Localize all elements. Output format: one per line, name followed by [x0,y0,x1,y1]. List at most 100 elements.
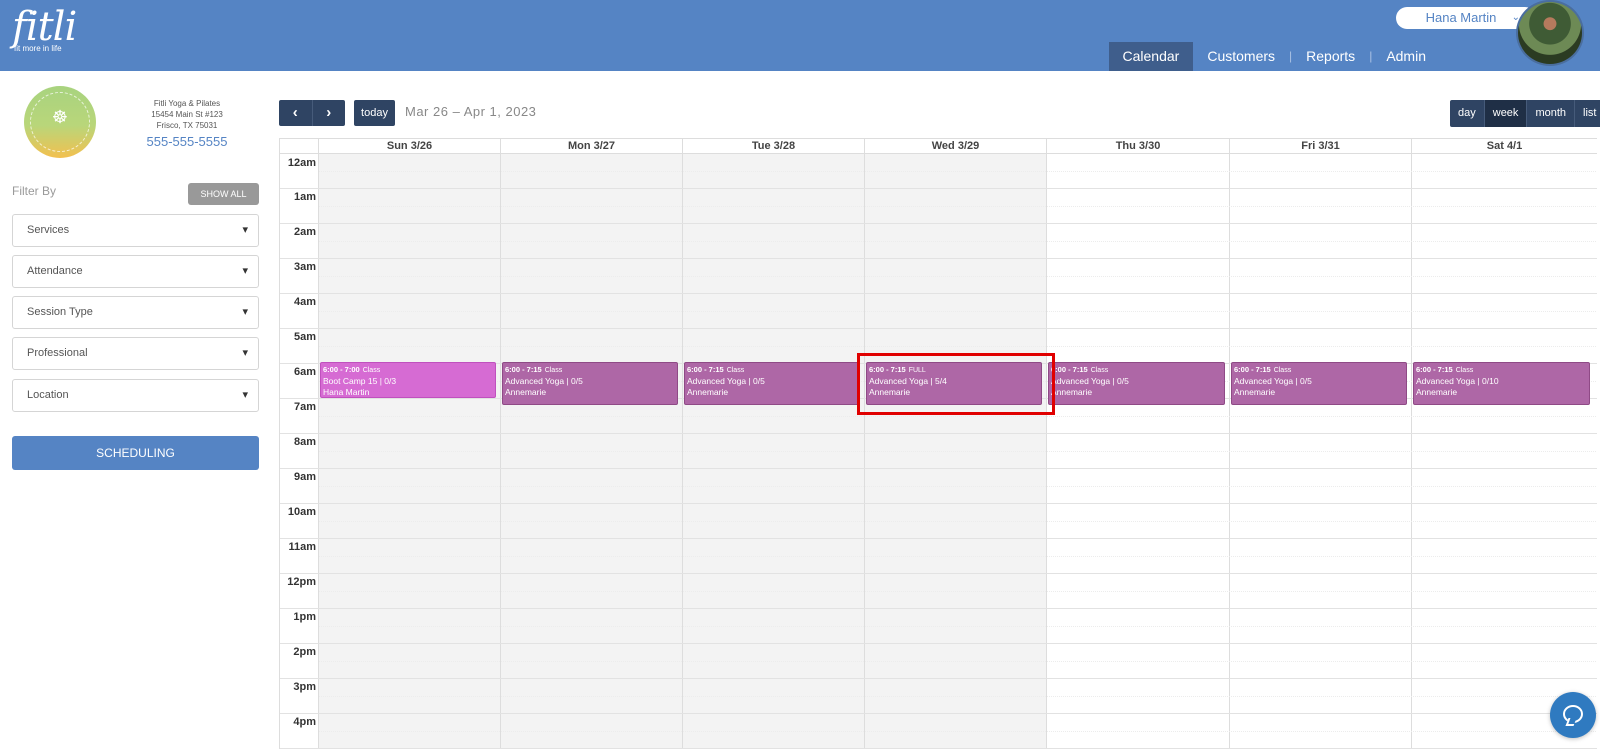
nav-calendar[interactable]: Calendar [1108,42,1194,71]
day-header-tue[interactable]: Tue 3/28 [683,139,865,154]
studio-phone[interactable]: 555-555-5555 [132,134,242,150]
hour-row: 12pm [280,574,1597,609]
nav-admin[interactable]: Admin [1372,42,1440,71]
hour-row: 2am [280,224,1597,259]
select-label: Services [27,224,70,236]
event-boot-camp-sun[interactable]: 6:00 - 7:00 Class Boot Camp 15 | 0/3 Hana… [320,362,496,398]
event-advanced-yoga-mon[interactable]: 6:00 - 7:15 Class Advanced Yoga | 0/5 Ann… [502,362,678,405]
prev-week-button[interactable]: ‹ [279,100,312,126]
hour-row: 9am [280,469,1597,504]
chevron-down-icon: ▾ [242,306,248,318]
event-time: 6:00 - 7:15 [1051,365,1088,374]
day-header-wed[interactable]: Wed 3/29 [865,139,1047,154]
hour-row: 1am [280,189,1597,224]
date-range-title: Mar 26 – Apr 1, 2023 [405,104,537,119]
event-instructor: Annemarie [505,387,547,397]
event-advanced-yoga-thu[interactable]: 6:00 - 7:15 Class Advanced Yoga | 0/5 Ann… [1048,362,1225,405]
hour-label: 5am [293,331,316,343]
hour-row: 3pm [280,679,1597,714]
hour-label: 12am [287,157,316,169]
view-month-button[interactable]: month [1526,100,1574,127]
hour-label: 6am [293,366,316,378]
services-filter-select[interactable]: Services ▾ [12,214,259,247]
chevron-down-icon: ▾ [242,224,248,236]
event-advanced-yoga-fri[interactable]: 6:00 - 7:15 Class Advanced Yoga | 0/5 Ann… [1231,362,1407,405]
hour-label: 1pm [293,611,316,623]
nav-reports[interactable]: Reports [1292,42,1369,71]
meditation-figure-icon: ☸ [51,107,69,128]
day-header-thu[interactable]: Thu 3/30 [1047,139,1230,154]
prev-next-group: ‹ › [279,100,345,126]
fitli-logo[interactable]: fitli fit more in life [12,6,77,53]
event-instructor: Annemarie [1416,387,1458,397]
chevron-down-icon: ▾ [242,389,248,401]
avatar[interactable] [1516,0,1584,66]
hour-label: 4pm [293,716,316,728]
event-title: Advanced Yoga | 0/5 [687,376,765,386]
chevron-down-icon: ▾ [242,265,248,277]
event-title: Advanced Yoga | 0/5 [1051,376,1129,386]
studio-info: Fitli Yoga & Pilates 15454 Main St #123 … [132,98,242,150]
session-type-filter-select[interactable]: Session Type ▾ [12,296,259,329]
day-header-sun[interactable]: Sun 3/26 [319,139,501,154]
week-calendar-grid: Sun 3/26 Mon 3/27 Tue 3/28 Wed 3/29 Thu … [279,138,1597,749]
event-time: 6:00 - 7:15 [869,365,906,374]
hour-row: 5am [280,329,1597,364]
next-week-button[interactable]: › [311,100,346,126]
event-advanced-yoga-wed-full[interactable]: 6:00 - 7:15 FULL Advanced Yoga | 5/4 Anne… [866,362,1042,405]
day-header-sat[interactable]: Sat 4/1 [1412,139,1597,154]
event-kind: Class [362,367,381,374]
event-instructor: Annemarie [869,387,911,397]
view-day-button[interactable]: day [1450,100,1484,127]
event-instructor: Hana Martin [323,387,370,397]
event-time: 6:00 - 7:15 [1416,365,1453,374]
event-kind: Class [726,367,745,374]
hour-label: 3am [293,261,316,273]
event-title: Advanced Yoga | 5/4 [869,376,947,386]
main-nav: Calendar Customers | Reports | Admin [1108,42,1440,71]
hour-label: 1am [293,191,316,203]
view-week-button[interactable]: week [1483,100,1527,127]
hour-row: 11am [280,539,1597,574]
chevron-down-icon: ▾ [242,347,248,359]
studio-address-line1: 15454 Main St #123 [151,110,223,119]
studio-name: Fitli Yoga & Pilates [153,99,221,108]
view-switcher: day week month list [1450,100,1600,127]
time-gutter-header [280,139,319,154]
hour-label: 3pm [293,681,316,693]
nav-customers[interactable]: Customers [1193,42,1289,71]
hour-row: 12am [280,154,1597,189]
select-label: Location [27,389,69,401]
hour-label: 8am [293,436,316,448]
chat-button[interactable] [1550,692,1596,738]
day-header-fri[interactable]: Fri 3/31 [1230,139,1412,154]
hour-label: 10am [287,506,316,518]
professional-filter-select[interactable]: Professional ▾ [12,337,259,370]
hour-label: 12pm [287,576,316,588]
day-header-mon[interactable]: Mon 3/27 [501,139,683,154]
hour-label: 9am [293,471,316,483]
hour-label: 11am [288,541,316,553]
hour-label: 2am [293,226,316,238]
show-all-button[interactable]: SHOW ALL [188,183,259,205]
today-button[interactable]: today [354,100,395,126]
filter-by-label: Filter By [12,184,57,198]
scheduling-button[interactable]: SCHEDULING [12,436,259,470]
event-advanced-yoga-tue[interactable]: 6:00 - 7:15 Class Advanced Yoga | 0/5 Ann… [684,362,860,405]
user-menu-button[interactable]: Hana Martin ⌄ [1396,7,1536,29]
event-instructor: Annemarie [1051,387,1093,397]
studio-logo: ☸ [24,86,96,158]
location-filter-select[interactable]: Location ▾ [12,379,259,412]
top-header: fitli fit more in life Hana Martin ⌄ Cal… [0,0,1600,71]
event-instructor: Annemarie [1234,387,1276,397]
view-list-button[interactable]: list [1574,100,1600,127]
event-kind: Class [1273,367,1292,374]
event-advanced-yoga-sat[interactable]: 6:00 - 7:15 Class Advanced Yoga | 0/10 An… [1413,362,1590,405]
hour-label: 2pm [293,646,316,658]
attendance-filter-select[interactable]: Attendance ▾ [12,255,259,288]
event-time: 6:00 - 7:15 [505,365,542,374]
hour-row: 1pm [280,609,1597,644]
hour-row: 8am [280,434,1597,469]
event-time: 6:00 - 7:00 [323,365,360,374]
hour-row: 10am [280,504,1597,539]
